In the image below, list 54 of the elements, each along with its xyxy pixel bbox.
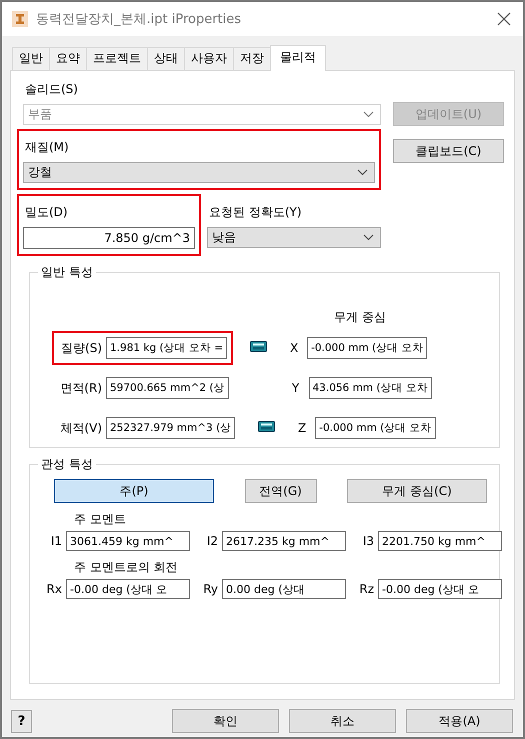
rotation-label: Rz [358, 582, 374, 596]
center-field[interactable]: 43.056 mm (상대 오차 [308, 377, 432, 399]
rotation-field[interactable]: -0.00 deg (상대 오 [66, 579, 190, 599]
moment-label: I3 [362, 534, 374, 548]
rotation-label: Rx [46, 582, 62, 596]
group-title: 일반 특성 [38, 264, 96, 281]
property-field[interactable]: 59700.665 mm^2 (상 [106, 377, 228, 399]
dialog-button[interactable]: 적용(A) [406, 709, 513, 733]
window-title: 동력전달장치_본체.ipt iProperties [36, 11, 242, 28]
inertia-mode-button[interactable]: 무게 중심(C) [347, 479, 487, 503]
moment-field[interactable]: 2617.235 kg mm^ [222, 531, 346, 551]
property-field[interactable]: 252327.979 mm^3 (상 [106, 417, 236, 439]
chevron-icon [363, 234, 374, 241]
moment-label: I1 [50, 534, 62, 548]
calculator-icon[interactable] [250, 341, 267, 352]
tab[interactable]: 물리적 [270, 45, 326, 71]
center-field[interactable]: -0.000 mm (상대 오차 [307, 337, 428, 359]
rotation-title: 주 모멘트로의 회전 [74, 560, 178, 574]
help-button[interactable]: ? [11, 710, 32, 732]
clipboard-button[interactable]: 클립보드(C) [393, 139, 504, 163]
moment-field[interactable]: 2201.750 kg mm^ [378, 531, 502, 551]
property-label: 체적(V) [59, 420, 102, 436]
property-label: 질량(S) [60, 340, 102, 356]
axis-label: Z [297, 421, 308, 435]
dialog-button[interactable]: 취소 [289, 709, 396, 733]
accuracy-dropdown[interactable]: 낮음 [207, 227, 381, 248]
tab[interactable]: 일반 [12, 47, 50, 70]
density-label: 밀도(D) [25, 204, 69, 221]
axis-label: X [288, 341, 300, 355]
moment-field[interactable]: 3061.459 kg mm^ [66, 531, 190, 551]
density-field[interactable]: 7.850 g/cm^3 [23, 227, 195, 249]
inertia-mode-button[interactable]: 전역(G) [244, 479, 316, 503]
moments-title: 주 모멘트 [74, 512, 126, 526]
calculator-icon[interactable] [258, 421, 275, 432]
solid-label: 솔리드(S) [25, 81, 79, 98]
accuracy-label: 요청된 정확도(Y) [209, 204, 303, 221]
rotation-field[interactable]: 0.00 deg (상대 [222, 579, 346, 599]
center-of-gravity-title: 무게 중심 [334, 310, 386, 324]
ibeam-icon [12, 11, 28, 27]
chevron-icon [363, 111, 374, 118]
close-icon[interactable] [497, 12, 511, 26]
rotation-field[interactable]: -0.00 deg (상대 오 [378, 579, 502, 599]
material-label: 재질(M) [25, 139, 70, 156]
rotation-label: Ry [202, 582, 218, 596]
chevron-icon [357, 169, 368, 176]
property-label: 면적(R) [59, 380, 102, 396]
property-field[interactable]: 1.981 kg (상대 오차 = [106, 337, 228, 359]
center-field[interactable]: -0.000 mm (상대 오차 [315, 417, 436, 439]
moment-label: I2 [206, 534, 218, 548]
group-title: 관성 특성 [38, 456, 96, 473]
axis-label: Y [290, 381, 300, 395]
inertia-mode-button[interactable]: 주(P) [54, 479, 214, 503]
material-dropdown[interactable]: 강철 [23, 162, 375, 183]
dialog-button[interactable]: 확인 [172, 709, 279, 733]
